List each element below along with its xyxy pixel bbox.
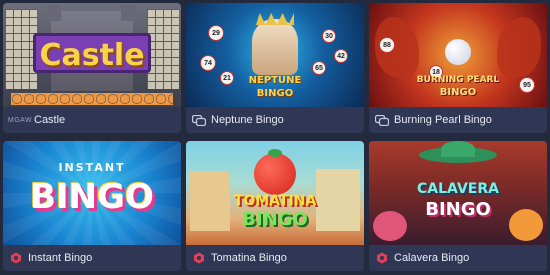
game-card-calavera-bingo[interactable]: CALAVERA BINGO Calavera Bingo <box>369 141 547 271</box>
game-name: Castle <box>34 114 66 126</box>
spribe-icon <box>375 252 389 264</box>
game-name: Burning Pearl Bingo <box>394 114 492 126</box>
game-art-title: CALAVERA <box>417 181 499 197</box>
game-thumbnail[interactable]: INSTANT BINGO <box>3 141 181 245</box>
game-art-title: Castle <box>33 33 151 73</box>
game-card-neptune-bingo[interactable]: 29 30 74 21 65 42 NEPTUNE BINGO Neptune … <box>186 3 364 133</box>
game-grid: Castle MGAW Castle 29 30 74 21 65 42 NEP… <box>0 0 550 275</box>
game-name: Calavera Bingo <box>394 252 470 264</box>
bingo-ball: 21 <box>220 71 234 85</box>
bingo-provider-icon <box>375 114 389 126</box>
game-caption: Instant Bingo <box>3 245 181 271</box>
game-name: Tomatina Bingo <box>211 252 287 264</box>
game-caption: Calavera Bingo <box>369 245 547 271</box>
bingo-ball: 95 <box>519 77 535 93</box>
game-art-title: INSTANT <box>58 161 126 174</box>
spribe-icon <box>192 252 206 264</box>
game-thumbnail[interactable]: 88 18 95 BURNING PEARL BINGO <box>369 3 547 107</box>
game-thumbnail[interactable]: CALAVERA BINGO <box>369 141 547 245</box>
game-card-castle[interactable]: Castle MGAW Castle <box>3 3 181 133</box>
game-thumbnail[interactable]: Castle <box>3 3 181 107</box>
game-card-burning-pearl-bingo[interactable]: 88 18 95 BURNING PEARL BINGO Burning Pea… <box>369 3 547 133</box>
game-art-subtitle: BINGO <box>425 199 491 220</box>
game-art-subtitle: BINGO <box>242 209 308 230</box>
bingo-ball: 30 <box>322 29 336 43</box>
game-name: Instant Bingo <box>28 252 93 264</box>
game-caption: Burning Pearl Bingo <box>369 107 547 133</box>
game-art-subtitle: BINGO <box>30 177 154 217</box>
game-art-title: BURNING PEARL <box>416 75 500 85</box>
bingo-ball: 74 <box>200 55 216 71</box>
game-name: Neptune Bingo <box>211 114 284 126</box>
game-thumbnail[interactable]: 29 30 74 21 65 42 NEPTUNE BINGO <box>186 3 364 107</box>
game-art-subtitle: BINGO <box>439 87 477 98</box>
game-art-title: TOMATINA <box>233 193 317 209</box>
game-caption: MGAW Castle <box>3 107 181 133</box>
mgaw-logo-icon: MGAW <box>7 116 33 124</box>
bingo-ball: 65 <box>312 61 326 75</box>
game-caption: Neptune Bingo <box>186 107 364 133</box>
bingo-ball: 88 <box>379 37 395 53</box>
bingo-ball: 29 <box>208 25 224 41</box>
game-art-subtitle: BINGO <box>256 88 294 99</box>
game-caption: Tomatina Bingo <box>186 245 364 271</box>
game-card-instant-bingo[interactable]: INSTANT BINGO Instant Bingo <box>3 141 181 271</box>
bingo-provider-icon <box>192 114 206 126</box>
spribe-icon <box>9 252 23 264</box>
game-card-tomatina-bingo[interactable]: TOMATINA BINGO Tomatina Bingo <box>186 141 364 271</box>
game-thumbnail[interactable]: TOMATINA BINGO <box>186 141 364 245</box>
game-art-title: NEPTUNE <box>248 75 302 86</box>
bingo-ball: 42 <box>334 49 348 63</box>
